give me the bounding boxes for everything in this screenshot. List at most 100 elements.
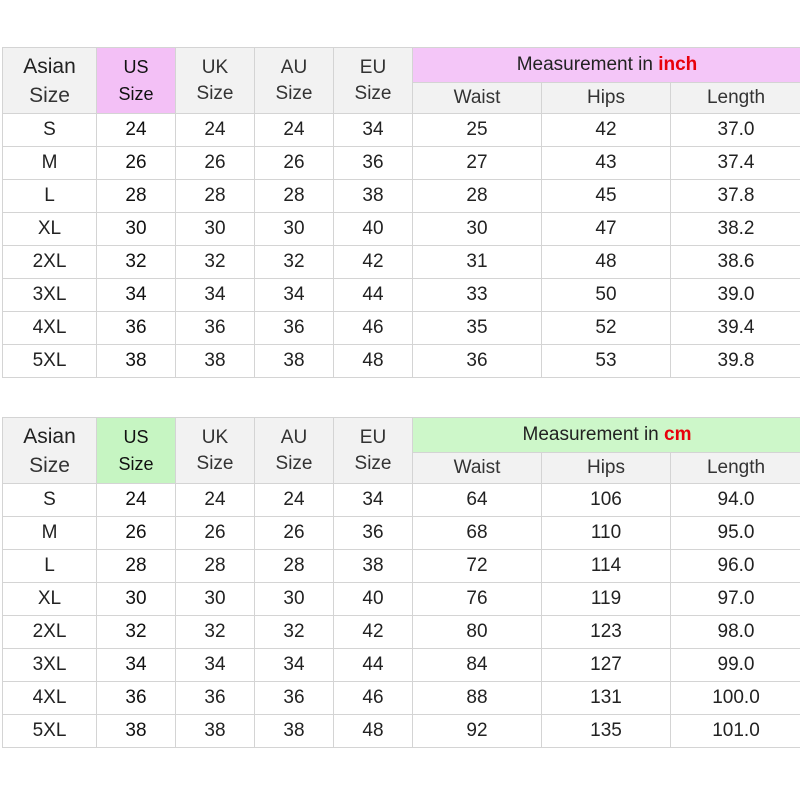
- table-row: 5XL 38 38 38 48 36 53 39.8: [2, 344, 800, 378]
- cell-au-size: 26: [254, 516, 334, 550]
- table-row: 5XL 38 38 38 48 92 135 101.0: [2, 714, 800, 748]
- cell-eu-size: 38: [333, 549, 413, 583]
- cell-us-size: 30: [96, 582, 176, 616]
- cell-us-size: 26: [96, 516, 176, 550]
- cell-asian-size: 3XL: [2, 648, 97, 682]
- cell-eu-size: 34: [333, 483, 413, 517]
- cell-us-size: 26: [96, 146, 176, 180]
- cell-au-size: 30: [254, 212, 334, 246]
- cell-waist: 84: [412, 648, 542, 682]
- cell-waist: 30: [412, 212, 542, 246]
- cell-length: 101.0: [669, 714, 800, 748]
- cell-waist: 25: [412, 113, 542, 147]
- header-eu-size: EU Size: [333, 417, 413, 484]
- cell-waist: 36: [412, 344, 542, 378]
- cell-uk-size: 28: [175, 549, 255, 583]
- cell-hips: 50: [541, 278, 671, 312]
- cell-asian-size: 4XL: [2, 681, 97, 715]
- header-asian-size: Asian Size: [2, 47, 97, 114]
- header-us-size: US Size: [96, 47, 176, 114]
- cell-uk-size: 34: [175, 278, 255, 312]
- cell-hips: 45: [541, 179, 671, 213]
- cell-length: 39.0: [669, 278, 800, 312]
- cell-au-size: 36: [254, 681, 334, 715]
- cell-eu-size: 40: [333, 212, 413, 246]
- cell-waist: 72: [412, 549, 542, 583]
- cell-hips: 135: [541, 714, 671, 748]
- table-row: XL 30 30 30 40 30 47 38.2: [2, 212, 800, 246]
- cell-us-size: 30: [96, 212, 176, 246]
- cell-length: 94.0: [669, 483, 800, 517]
- cell-uk-size: 34: [175, 648, 255, 682]
- cell-us-size: 34: [96, 278, 176, 312]
- header-eu-size: EU Size: [333, 47, 413, 114]
- cell-length: 99.0: [669, 648, 800, 682]
- cell-hips: 110: [541, 516, 671, 550]
- cell-length: 39.4: [669, 311, 800, 345]
- cell-uk-size: 38: [175, 714, 255, 748]
- cell-eu-size: 34: [333, 113, 413, 147]
- size-rows-cm: S 24 24 24 34 64 106 94.0 M 26 26 26 36 68 110 95.0 L 28 2…: [2, 483, 800, 748]
- cell-asian-size: M: [2, 146, 97, 180]
- size-chart-inch: Asian Size US Size UK Size AU Size EU Size Me…: [2, 47, 800, 378]
- cell-us-size: 24: [96, 113, 176, 147]
- cell-length: 96.0: [669, 549, 800, 583]
- header-uk-size: UK Size: [175, 47, 255, 114]
- cell-au-size: 36: [254, 311, 334, 345]
- header-us-size: US Size: [96, 417, 176, 484]
- cell-uk-size: 36: [175, 311, 255, 345]
- cell-uk-size: 28: [175, 179, 255, 213]
- cell-asian-size: L: [2, 179, 97, 213]
- cell-uk-size: 26: [175, 516, 255, 550]
- cell-eu-size: 46: [333, 311, 413, 345]
- cell-au-size: 24: [254, 483, 334, 517]
- cell-uk-size: 30: [175, 582, 255, 616]
- cell-eu-size: 38: [333, 179, 413, 213]
- cell-length: 38.6: [669, 245, 800, 279]
- size-chart-cm: Asian Size US Size UK Size AU Size EU Size Me…: [2, 417, 800, 748]
- header-au-size: AU Size: [254, 47, 334, 114]
- table-row: M 26 26 26 36 68 110 95.0: [2, 516, 800, 550]
- cell-eu-size: 36: [333, 146, 413, 180]
- cell-asian-size: L: [2, 549, 97, 583]
- cell-au-size: 34: [254, 278, 334, 312]
- cell-asian-size: 5XL: [2, 344, 97, 378]
- cell-hips: 47: [541, 212, 671, 246]
- cell-eu-size: 48: [333, 344, 413, 378]
- cell-waist: 28: [412, 179, 542, 213]
- cell-au-size: 30: [254, 582, 334, 616]
- table-row: L 28 28 28 38 72 114 96.0: [2, 549, 800, 583]
- table-row: 4XL 36 36 36 46 88 131 100.0: [2, 681, 800, 715]
- header-measurement-cm: Measurement in cm: [411, 417, 800, 453]
- table-row: S 24 24 24 34 25 42 37.0: [2, 113, 800, 147]
- cell-eu-size: 42: [333, 245, 413, 279]
- cell-waist: 76: [412, 582, 542, 616]
- table-row: M 26 26 26 36 27 43 37.4: [2, 146, 800, 180]
- cell-asian-size: S: [2, 483, 97, 517]
- header-au-size: AU Size: [254, 417, 334, 484]
- cell-length: 38.2: [669, 212, 800, 246]
- cell-waist: 68: [412, 516, 542, 550]
- cell-us-size: 24: [96, 483, 176, 517]
- cell-au-size: 28: [254, 179, 334, 213]
- cell-us-size: 32: [96, 615, 176, 649]
- cell-us-size: 38: [96, 344, 176, 378]
- cell-uk-size: 36: [175, 681, 255, 715]
- table-row: 3XL 34 34 34 44 84 127 99.0: [2, 648, 800, 682]
- cell-hips: 52: [541, 311, 671, 345]
- cell-uk-size: 26: [175, 146, 255, 180]
- cell-us-size: 36: [96, 681, 176, 715]
- header-length: Length: [669, 82, 800, 114]
- cell-eu-size: 44: [333, 278, 413, 312]
- size-rows-inch: S 24 24 24 34 25 42 37.0 M 26 26 26 36 27 43 37.4 L 28 28 2…: [2, 113, 800, 378]
- header-asian-size: Asian Size: [2, 417, 97, 484]
- header-measurement-inch: Measurement in inch: [411, 47, 800, 83]
- header-waist: Waist: [412, 452, 542, 484]
- cell-waist: 33: [412, 278, 542, 312]
- cell-uk-size: 32: [175, 615, 255, 649]
- cell-us-size: 28: [96, 549, 176, 583]
- cell-length: 37.4: [669, 146, 800, 180]
- cell-us-size: 28: [96, 179, 176, 213]
- table-row: 4XL 36 36 36 46 35 52 39.4: [2, 311, 800, 345]
- cell-asian-size: 2XL: [2, 615, 97, 649]
